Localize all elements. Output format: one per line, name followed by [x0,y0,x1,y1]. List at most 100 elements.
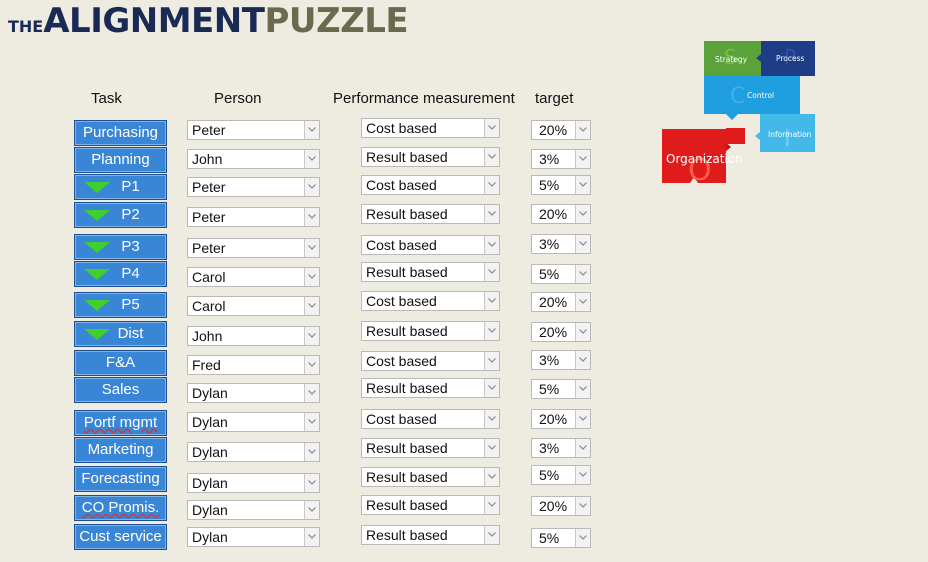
target-dropdown[interactable]: 3% [531,234,591,254]
target-dropdown[interactable]: 5% [531,379,591,399]
task-button[interactable]: Dist [74,321,167,347]
chevron-down-icon[interactable] [304,443,319,461]
chevron-down-icon[interactable] [575,529,590,547]
target-dropdown[interactable]: 20% [531,322,591,342]
chevron-down-icon[interactable] [575,235,590,253]
person-dropdown[interactable]: Peter [187,177,320,197]
chevron-down-icon[interactable] [484,468,499,486]
chevron-down-icon[interactable] [304,121,319,139]
person-dropdown[interactable]: Dylan [187,527,320,547]
target-dropdown[interactable]: 5% [531,264,591,284]
person-dropdown[interactable]: Peter [187,207,320,227]
task-button[interactable]: Planning [74,147,167,173]
performance-dropdown[interactable]: Result based [361,321,500,341]
person-dropdown[interactable]: John [187,326,320,346]
performance-dropdown[interactable]: Cost based [361,235,500,255]
chevron-down-icon[interactable] [484,352,499,370]
chevron-down-icon[interactable] [304,384,319,402]
person-dropdown[interactable]: Dylan [187,412,320,432]
chevron-down-icon[interactable] [484,236,499,254]
chevron-down-icon[interactable] [304,327,319,345]
performance-dropdown[interactable]: Result based [361,495,500,515]
performance-dropdown[interactable]: Cost based [361,175,500,195]
chevron-down-icon[interactable] [484,205,499,223]
chevron-down-icon[interactable] [484,292,499,310]
target-dropdown[interactable]: 20% [531,204,591,224]
performance-dropdown[interactable]: Cost based [361,351,500,371]
chevron-down-icon[interactable] [575,466,590,484]
task-button[interactable]: P4 [74,261,167,287]
chevron-down-icon[interactable] [484,263,499,281]
person-dropdown[interactable]: Fred [187,355,320,375]
task-button[interactable]: Forecasting [74,466,167,492]
chevron-down-icon[interactable] [575,497,590,515]
chevron-down-icon[interactable] [575,293,590,311]
chevron-down-icon[interactable] [575,380,590,398]
chevron-down-icon[interactable] [575,439,590,457]
person-dropdown[interactable]: Peter [187,120,320,140]
chevron-down-icon[interactable] [484,176,499,194]
performance-dropdown[interactable]: Cost based [361,118,500,138]
chevron-down-icon[interactable] [304,150,319,168]
chevron-down-icon[interactable] [484,496,499,514]
chevron-down-icon[interactable] [484,148,499,166]
performance-dropdown[interactable]: Cost based [361,409,500,429]
chevron-down-icon[interactable] [304,474,319,492]
person-dropdown[interactable]: Dylan [187,383,320,403]
task-button[interactable]: Purchasing [74,120,167,146]
task-button[interactable]: CO Promis. [74,495,167,521]
chevron-down-icon[interactable] [484,526,499,544]
chevron-down-icon[interactable] [304,178,319,196]
chevron-down-icon[interactable] [304,268,319,286]
target-dropdown[interactable]: 3% [531,350,591,370]
task-button[interactable]: Cust service [74,524,167,550]
target-dropdown[interactable]: 3% [531,149,591,169]
target-dropdown[interactable]: 20% [531,496,591,516]
chevron-down-icon[interactable] [304,501,319,519]
chevron-down-icon[interactable] [304,413,319,431]
target-dropdown[interactable]: 3% [531,438,591,458]
performance-dropdown[interactable]: Result based [361,378,500,398]
target-dropdown[interactable]: 20% [531,120,591,140]
target-dropdown[interactable]: 20% [531,409,591,429]
person-dropdown[interactable]: Carol [187,296,320,316]
person-dropdown[interactable]: Peter [187,238,320,258]
chevron-down-icon[interactable] [484,322,499,340]
task-button[interactable]: F&A [74,350,167,376]
person-dropdown[interactable]: Dylan [187,473,320,493]
task-button[interactable]: P2 [74,202,167,228]
performance-dropdown[interactable]: Result based [361,467,500,487]
chevron-down-icon[interactable] [484,439,499,457]
chevron-down-icon[interactable] [484,379,499,397]
target-dropdown[interactable]: 20% [531,292,591,312]
task-button[interactable]: P1 [74,174,167,200]
performance-dropdown[interactable]: Result based [361,262,500,282]
chevron-down-icon[interactable] [304,297,319,315]
performance-dropdown[interactable]: Result based [361,438,500,458]
task-button[interactable]: P3 [74,234,167,260]
chevron-down-icon[interactable] [575,121,590,139]
target-dropdown[interactable]: 5% [531,528,591,548]
chevron-down-icon[interactable] [575,176,590,194]
task-button[interactable]: Sales [74,377,167,403]
target-dropdown[interactable]: 5% [531,465,591,485]
chevron-down-icon[interactable] [575,205,590,223]
chevron-down-icon[interactable] [575,323,590,341]
person-dropdown[interactable]: Dylan [187,442,320,462]
chevron-down-icon[interactable] [304,208,319,226]
chevron-down-icon[interactable] [304,528,319,546]
chevron-down-icon[interactable] [304,239,319,257]
chevron-down-icon[interactable] [575,265,590,283]
chevron-down-icon[interactable] [575,410,590,428]
task-button[interactable]: Marketing [74,437,167,463]
chevron-down-icon[interactable] [484,410,499,428]
task-button[interactable]: P5 [74,292,167,318]
performance-dropdown[interactable]: Result based [361,147,500,167]
target-dropdown[interactable]: 5% [531,175,591,195]
performance-dropdown[interactable]: Result based [361,204,500,224]
chevron-down-icon[interactable] [575,150,590,168]
chevron-down-icon[interactable] [304,356,319,374]
person-dropdown[interactable]: John [187,149,320,169]
task-button[interactable]: Portf mgmt [74,410,167,436]
performance-dropdown[interactable]: Cost based [361,291,500,311]
